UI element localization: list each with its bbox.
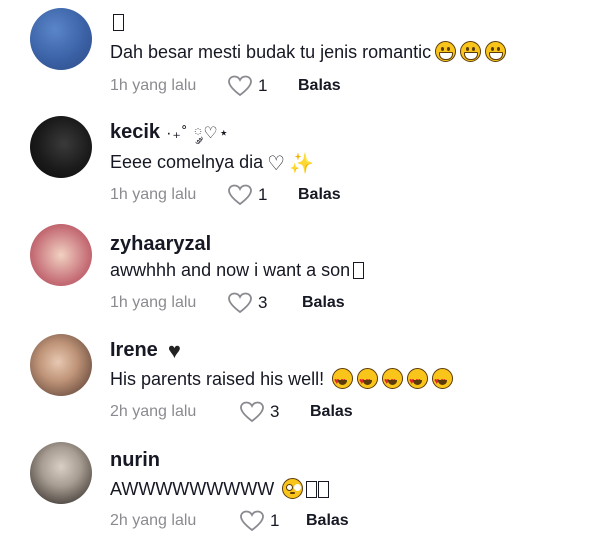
like-button[interactable]: 3 bbox=[240, 401, 310, 423]
comment-item: nurin AWWWWWWWWW 2h yang lalu 1 Balas bbox=[0, 432, 591, 540]
like-count: 1 bbox=[258, 76, 268, 95]
reply-button[interactable]: Balas bbox=[298, 186, 341, 204]
comment-timestamp: 2h yang lalu bbox=[110, 403, 197, 420]
comment-item: Irene♥ His parents raised his well! 2h y… bbox=[0, 324, 591, 432]
comment-text: His parents raised his well! bbox=[110, 367, 454, 393]
avatar[interactable] bbox=[30, 8, 92, 70]
comment-username[interactable]: Irene ♥ bbox=[110, 338, 181, 363]
unsupported-glyph bbox=[306, 481, 318, 498]
heart-eyes-icon bbox=[332, 368, 354, 393]
comment-timestamp: 1h yang lalu bbox=[110, 77, 197, 94]
comment-timestamp: 1h yang lalu bbox=[110, 186, 197, 203]
heart-outline-icon bbox=[228, 184, 252, 206]
heart-eyes-icon bbox=[432, 368, 454, 393]
like-count: 1 bbox=[258, 185, 268, 204]
reply-button[interactable]: Balas bbox=[310, 403, 353, 421]
reply-button[interactable]: Balas bbox=[302, 294, 345, 312]
heart-outline-icon bbox=[240, 510, 264, 532]
comment-timestamp: 2h yang lalu bbox=[110, 512, 197, 529]
comment-meta: 1h yang lalu 1 Balas bbox=[110, 183, 341, 207]
comment-item: kecik ·₊˚ ༘♡⋆ Eeee comelnya dia ♡ ✨ 1h yang… bbox=[0, 108, 591, 216]
comment-meta: 1h yang lalu 3 Balas bbox=[110, 291, 345, 315]
comment-username[interactable]: zyhaaryzal bbox=[110, 232, 211, 256]
comment-username[interactable]: nurin bbox=[110, 448, 160, 472]
unsupported-glyph bbox=[353, 262, 365, 279]
like-button[interactable]: 1 bbox=[228, 184, 298, 206]
avatar[interactable] bbox=[30, 224, 92, 286]
pleading-face-icon bbox=[282, 478, 304, 499]
reply-button[interactable]: Balas bbox=[306, 512, 349, 530]
comment-item: zyhaaryzal awwhhh and now i want a son 1… bbox=[0, 216, 591, 324]
comment-meta: 2h yang lalu 3 Balas bbox=[110, 400, 353, 424]
grinning-face-icon bbox=[460, 41, 482, 62]
comment-meta: 1h yang lalu 1 Balas bbox=[110, 74, 341, 98]
white-heart-icon: ♡ bbox=[267, 153, 286, 175]
avatar[interactable] bbox=[30, 442, 92, 504]
avatar[interactable] bbox=[30, 116, 92, 178]
heart-eyes-icon bbox=[382, 368, 404, 393]
sparkles-icon: ✨ bbox=[289, 153, 314, 175]
unsupported-glyph bbox=[113, 14, 124, 31]
black-heart-icon: ♥ bbox=[167, 338, 181, 363]
grinning-face-icon bbox=[435, 41, 457, 62]
comment-text: Dah besar mesti budak tu jenis romantic bbox=[110, 40, 507, 64]
like-button[interactable]: 1 bbox=[240, 510, 306, 532]
like-button[interactable]: 3 bbox=[228, 292, 302, 314]
grinning-face-icon bbox=[485, 41, 507, 62]
heart-outline-icon bbox=[228, 75, 252, 97]
comment-username[interactable]: kecik ·₊˚ ༘♡⋆ bbox=[110, 120, 230, 146]
comment-item: Dah besar mesti budak tu jenis romantic … bbox=[0, 0, 591, 108]
heart-outline-icon bbox=[228, 292, 252, 314]
comment-text: AWWWWWWWWW bbox=[110, 477, 330, 501]
heart-eyes-icon bbox=[357, 368, 379, 393]
username-decoration: ·₊˚ ༘♡⋆ bbox=[166, 125, 230, 142]
heart-eyes-icon bbox=[407, 368, 429, 393]
like-button[interactable]: 1 bbox=[228, 75, 298, 97]
comment-text: Eeee comelnya dia ♡ ✨ bbox=[110, 152, 314, 175]
comment-text: awwhhh and now i want a son bbox=[110, 258, 365, 282]
unsupported-glyph bbox=[318, 481, 330, 498]
comment-meta: 2h yang lalu 1 Balas bbox=[110, 509, 349, 533]
comment-username[interactable] bbox=[110, 10, 124, 34]
reply-button[interactable]: Balas bbox=[298, 77, 341, 95]
like-count: 3 bbox=[270, 402, 280, 421]
heart-outline-icon bbox=[240, 401, 264, 423]
comment-timestamp: 1h yang lalu bbox=[110, 294, 197, 311]
avatar[interactable] bbox=[30, 334, 92, 396]
like-count: 1 bbox=[270, 511, 280, 530]
like-count: 3 bbox=[258, 293, 268, 312]
